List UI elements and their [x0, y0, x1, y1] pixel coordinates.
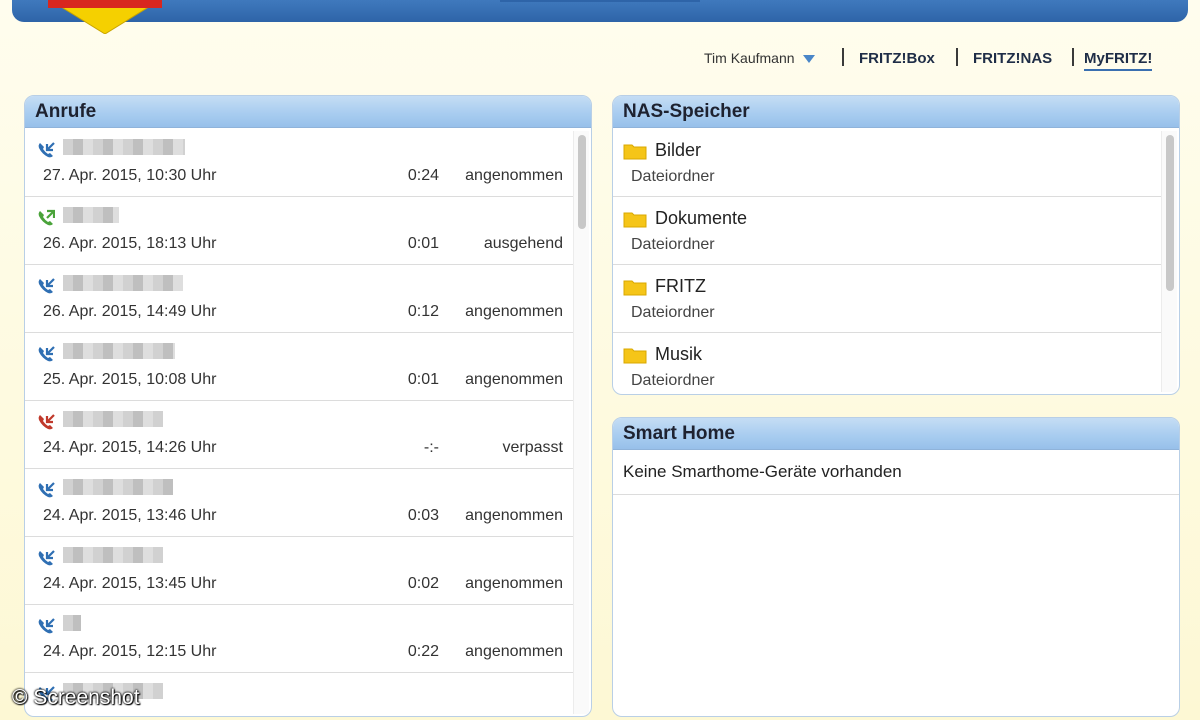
- incoming-call-icon: [37, 617, 55, 635]
- call-duration: 0:02: [407, 575, 439, 592]
- watermark: © Screenshot: [12, 686, 140, 709]
- call-date: 26. Apr. 2015, 14:49 Uhr: [43, 303, 217, 320]
- user-name: Tim Kaufmann: [704, 50, 795, 66]
- calls-panel: Anrufe 24. Apr. 2015, 12:15 Uhr 0:22 angen…: [24, 95, 592, 717]
- incoming-call-icon: [37, 549, 55, 567]
- calls-list: 24. Apr. 2015, 12:15 Uhr 0:22 angenommen 24…: [25, 129, 591, 716]
- call-row[interactable]: 26. Apr. 2015, 18:13 Uhr 0:01 ausgehend: [25, 197, 573, 265]
- nav-divider: [842, 48, 844, 66]
- call-status: angenommen: [465, 303, 563, 320]
- folder-icon: [623, 346, 647, 364]
- smarthome-title: Smart Home: [613, 418, 1179, 450]
- call-row[interactable]: 24. Apr. 2015, 12:15 Uhr 0:22 angenommen: [25, 605, 573, 673]
- smarthome-empty-message: Keine Smarthome-Geräte vorhanden: [613, 451, 1179, 495]
- nav-divider: [956, 48, 958, 66]
- call-date: 25. Apr. 2015, 10:08 Uhr: [43, 371, 217, 388]
- incoming-call-icon: [37, 141, 55, 159]
- user-menu[interactable]: Tim Kaufmann: [704, 50, 815, 66]
- call-date: 24. Apr. 2015, 12:15 Uhr: [43, 643, 217, 660]
- folder-name: FRITZ: [655, 276, 706, 296]
- user-navigation: Tim Kaufmann FRITZ!Box FRITZ!NAS MyFRITZ…: [0, 48, 1200, 72]
- call-date: 24. Apr. 2015, 13:46 Uhr: [43, 507, 217, 524]
- call-date: 24. Apr. 2015, 13:45 Uhr: [43, 575, 217, 592]
- smarthome-body: Keine Smarthome-Geräte vorhanden: [613, 451, 1179, 716]
- folder-type: Dateiordner: [631, 372, 715, 389]
- caller-name-redacted: [63, 343, 175, 359]
- folder-type: Dateiordner: [631, 304, 715, 321]
- call-duration: 0:12: [407, 303, 439, 320]
- call-row[interactable]: 24. Apr. 2015, 14:26 Uhr -:- verpasst: [25, 401, 573, 469]
- chevron-down-icon: [802, 55, 815, 63]
- call-date: 26. Apr. 2015, 18:13 Uhr: [43, 235, 217, 252]
- nas-panel: NAS-Speicher Musik Dateiordner FRITZ Dateio…: [612, 95, 1180, 395]
- fritz-wordmark: [500, 0, 700, 2]
- call-duration: 0:03: [407, 507, 439, 524]
- folder-name: Dokumente: [655, 208, 748, 228]
- call-status: angenommen: [465, 575, 563, 592]
- nas-folder-item[interactable]: Bilder Dateiordner: [613, 129, 1163, 197]
- call-status: ausgehend: [483, 235, 563, 252]
- calls-scrollbar[interactable]: [573, 131, 589, 714]
- folder-icon: [623, 210, 647, 228]
- call-duration: 0:01: [407, 371, 439, 388]
- call-status: angenommen: [465, 507, 563, 524]
- folder-type: Dateiordner: [631, 236, 715, 253]
- call-status: verpasst: [502, 439, 563, 456]
- caller-name-redacted: [63, 207, 119, 223]
- call-date: 27. Apr. 2015, 10:30 Uhr: [43, 167, 217, 184]
- call-row[interactable]: 24. Apr. 2015, 13:46 Uhr 0:03 angenommen: [25, 469, 573, 537]
- call-duration: 0:01: [407, 235, 439, 252]
- caller-name-redacted: [63, 615, 81, 631]
- caller-name-redacted: [63, 547, 163, 563]
- caller-name-redacted: [63, 275, 183, 291]
- folder-icon: [623, 278, 647, 296]
- nas-title: NAS-Speicher: [613, 96, 1179, 128]
- folder-type: Dateiordner: [631, 168, 715, 185]
- call-row[interactable]: 27. Apr. 2015, 10:30 Uhr 0:24 angenommen: [25, 129, 573, 197]
- call-duration: 0:24: [407, 167, 439, 184]
- incoming-call-icon: [37, 481, 55, 499]
- call-status: angenommen: [465, 371, 563, 388]
- caller-name-redacted: [63, 411, 163, 427]
- call-row[interactable]: 24. Apr. 2015, 13:45 Uhr 0:02 angenommen: [25, 537, 573, 605]
- nav-divider: [1072, 48, 1074, 66]
- call-row[interactable]: 26. Apr. 2015, 14:49 Uhr 0:12 angenommen: [25, 265, 573, 333]
- call-status: angenommen: [465, 643, 563, 660]
- call-duration: -:-: [423, 439, 439, 456]
- nas-scrollbar[interactable]: [1161, 131, 1177, 392]
- nas-folder-item[interactable]: Musik Dateiordner: [613, 333, 1163, 394]
- fritz-logo[interactable]: [40, 0, 170, 34]
- nas-folder-item[interactable]: Dokumente Dateiordner: [613, 197, 1163, 265]
- nas-folder-item[interactable]: FRITZ Dateiordner: [613, 265, 1163, 333]
- call-duration: 0:22: [407, 643, 439, 660]
- scrollbar-thumb[interactable]: [578, 135, 586, 229]
- nav-fritznas[interactable]: FRITZ!NAS: [973, 50, 1052, 67]
- incoming-call-icon: [37, 345, 55, 363]
- folder-name: Bilder: [655, 140, 702, 160]
- nas-list: Musik Dateiordner FRITZ Dateiordner Dokument…: [613, 129, 1179, 394]
- folder-icon: [623, 142, 647, 160]
- call-date: 24. Apr. 2015, 14:26 Uhr: [43, 439, 217, 456]
- caller-name-redacted: [63, 479, 173, 495]
- incoming-call-icon: [37, 277, 55, 295]
- scrollbar-thumb[interactable]: [1166, 135, 1174, 291]
- missed-call-icon: [37, 413, 55, 431]
- call-status: angenommen: [465, 167, 563, 184]
- call-row[interactable]: 25. Apr. 2015, 10:08 Uhr 0:01 angenommen: [25, 333, 573, 401]
- nav-fritzbox[interactable]: FRITZ!Box: [859, 50, 935, 67]
- calls-title: Anrufe: [25, 96, 591, 128]
- outgoing-call-icon: [37, 209, 56, 227]
- nav-myfritz[interactable]: MyFRITZ!: [1084, 50, 1153, 71]
- folder-name: Musik: [655, 344, 703, 364]
- smarthome-panel: Smart Home Keine Smarthome-Geräte vorhan…: [612, 417, 1180, 717]
- caller-name-redacted: [63, 139, 185, 155]
